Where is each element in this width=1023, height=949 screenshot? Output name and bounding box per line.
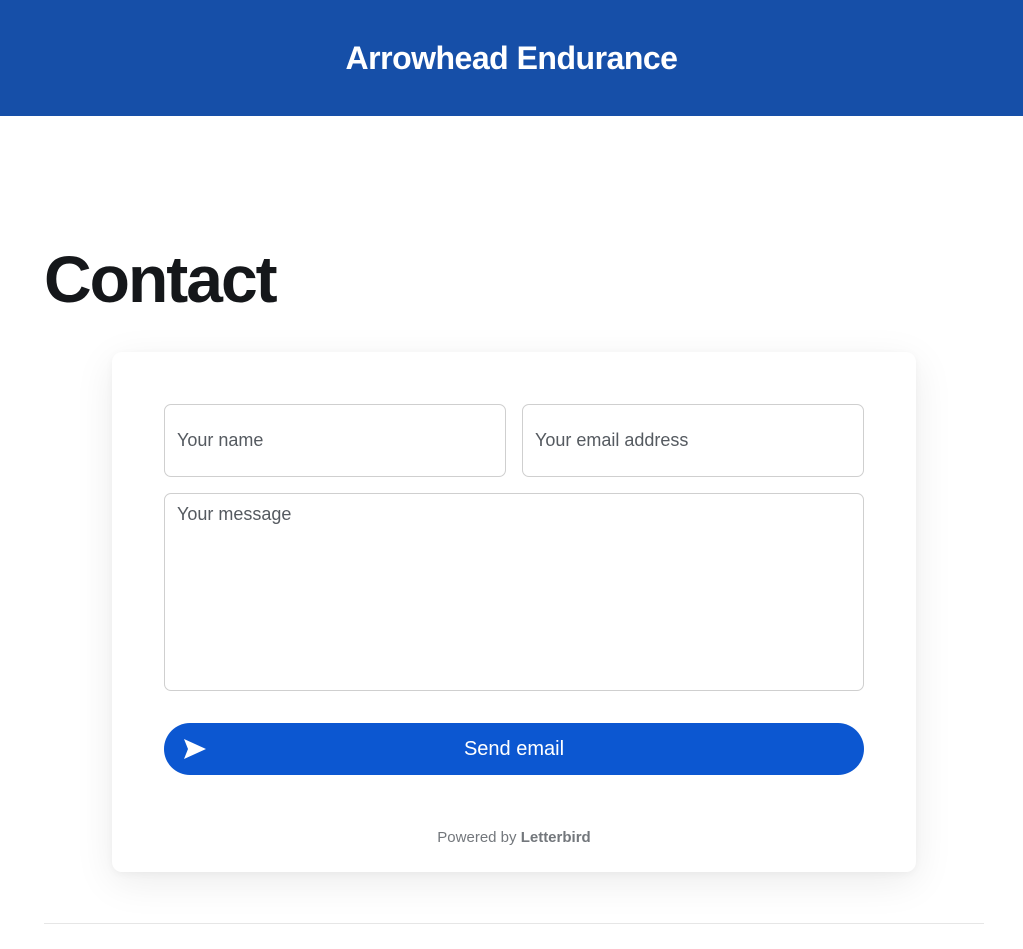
send-email-button[interactable]: Send email — [164, 723, 864, 775]
send-email-label: Send email — [463, 737, 565, 760]
message-input[interactable] — [164, 493, 864, 691]
footer-divider — [44, 923, 984, 924]
powered-by-prefix: Powered by — [437, 829, 517, 846]
name-input[interactable] — [164, 404, 506, 477]
site-header: Arrowhead Endurance — [0, 0, 1023, 116]
contact-form-card: Send email Powered by Letterbird — [112, 352, 916, 872]
page-title: Contact — [44, 242, 278, 316]
site-title[interactable]: Arrowhead Endurance — [346, 40, 678, 77]
email-input[interactable] — [522, 404, 864, 477]
paper-plane-icon — [184, 739, 206, 759]
powered-by: Powered by Letterbird — [112, 829, 916, 846]
letterbird-link[interactable]: Letterbird — [521, 829, 591, 846]
